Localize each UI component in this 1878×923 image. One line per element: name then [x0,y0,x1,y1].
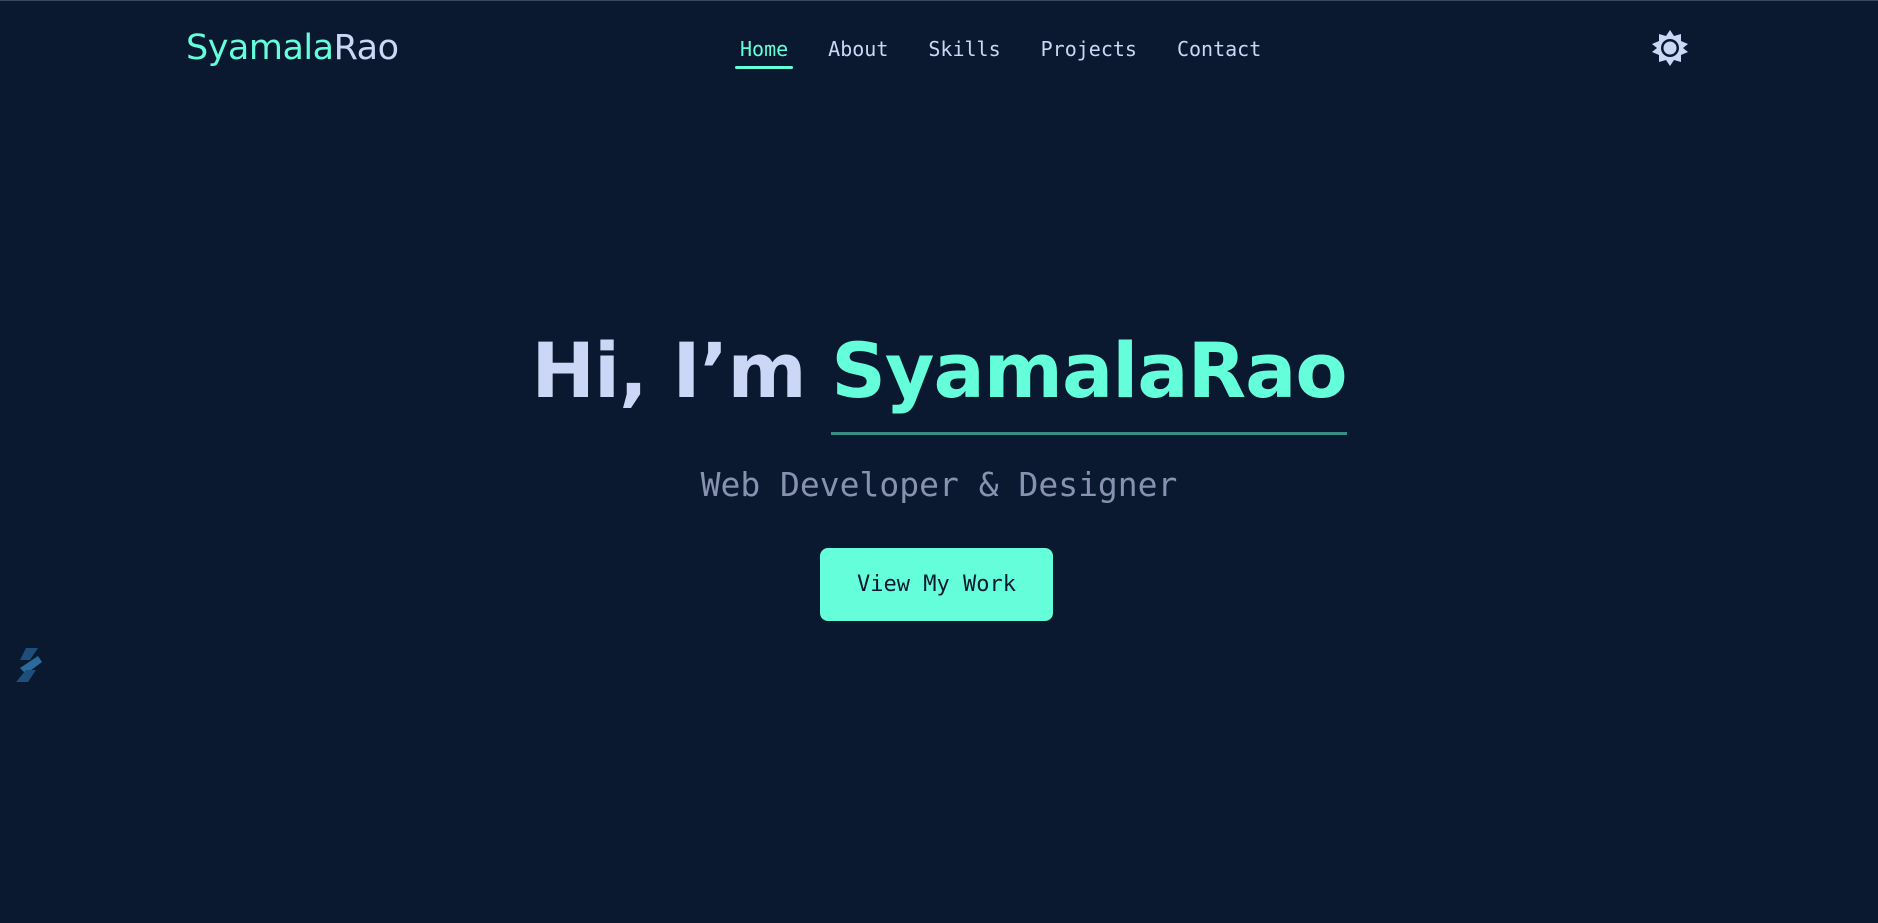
theme-toggle-button[interactable] [1651,29,1689,67]
nav-home[interactable]: Home [734,35,794,69]
nav-skills[interactable]: Skills [928,35,1000,63]
hero-heading: Hi, I’m SyamalaRao [0,325,1878,435]
hero-greeting: Hi, I’m [531,326,832,415]
s-logo-icon [16,648,42,682]
hero-subtitle: Web Developer & Designer [700,465,1178,504]
page: SyamalaRao Home About Skills Projects Co… [0,0,1878,923]
site-logo[interactable]: SyamalaRao [186,25,399,71]
site-header: SyamalaRao Home About Skills Projects Co… [0,1,1878,97]
nav-contact[interactable]: Contact [1177,35,1261,63]
logo-first-part: Syamala [186,28,334,68]
sun-icon [1652,30,1688,66]
view-my-work-button[interactable]: View My Work [820,548,1053,621]
nav-about[interactable]: About [828,35,888,63]
side-floating-logo[interactable] [12,646,44,684]
nav-projects[interactable]: Projects [1041,35,1137,63]
hero-name: SyamalaRao [831,326,1348,435]
main-nav: Home About Skills Projects Contact [734,35,1261,69]
logo-second-part: Rao [333,28,399,68]
